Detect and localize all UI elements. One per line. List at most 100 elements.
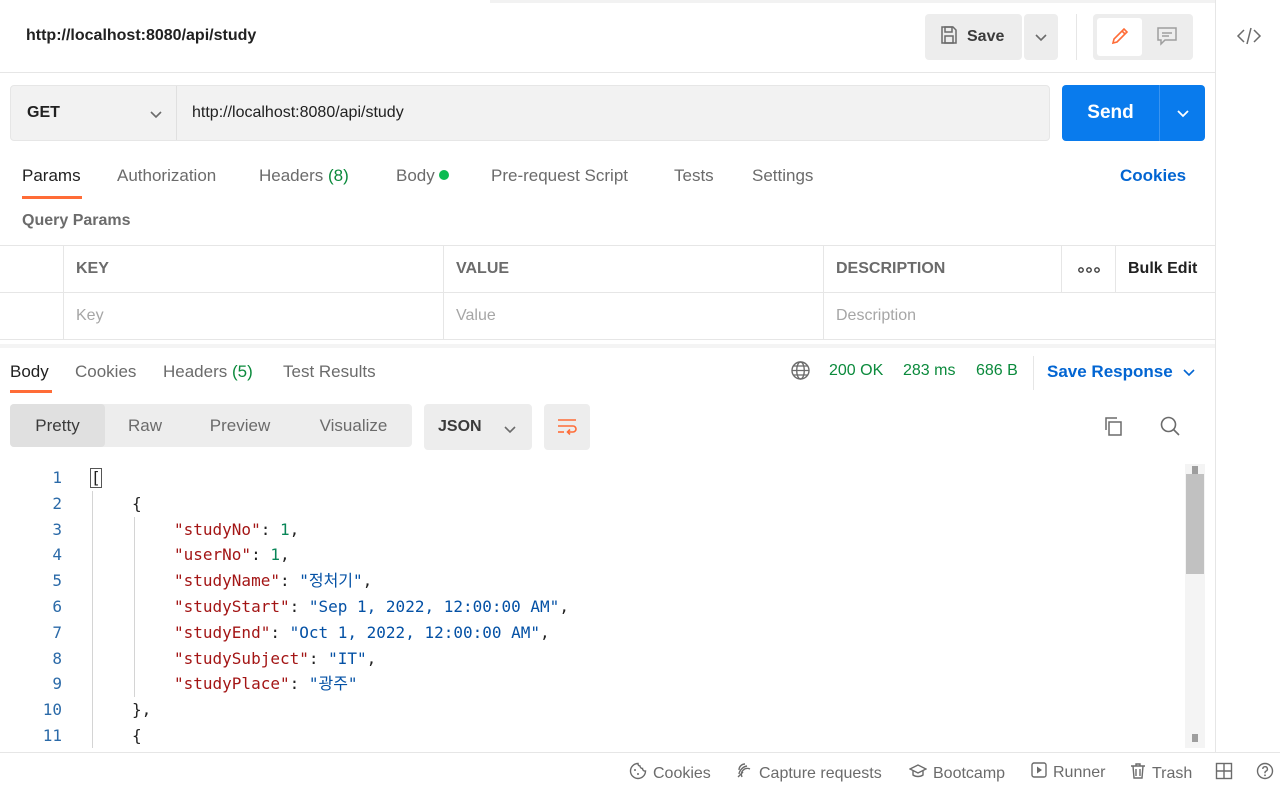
tab-tests-label: Tests	[674, 166, 714, 185]
response-tabs: Body Cookies Headers (5) Test Results 20…	[0, 356, 1216, 396]
send-button[interactable]: Send	[1062, 85, 1159, 141]
response-headers-count: (5)	[232, 362, 253, 381]
json-bracket: [	[90, 468, 102, 488]
globe-icon[interactable]	[790, 360, 811, 386]
save-label: Save	[967, 28, 1005, 45]
help-button[interactable]	[1256, 762, 1274, 785]
tab-headers[interactable]: Headers (8)	[259, 166, 349, 186]
json-separator: :	[308, 648, 329, 668]
chevron-down-icon	[1035, 29, 1047, 45]
send-options-button[interactable]	[1160, 85, 1205, 141]
response-tab-headers[interactable]: Headers (5)	[163, 362, 253, 382]
column-description: DESCRIPTION	[823, 246, 1061, 292]
json-key: "studyEnd"	[174, 622, 271, 642]
description-input[interactable]: Description	[823, 293, 1216, 339]
edit-mode-button[interactable]	[1097, 18, 1142, 56]
tab-tests[interactable]: Tests	[674, 166, 714, 186]
bulk-edit-button[interactable]: Bulk Edit	[1115, 246, 1216, 292]
code-line: 6 "studyStart": "Sep 1, 2022, 12:00:00 AM…	[0, 594, 1184, 620]
tab-pre-request-script[interactable]: Pre-request Script	[491, 166, 628, 186]
tab-body[interactable]: Body	[396, 166, 449, 186]
response-body-editor[interactable]: 1[2{3 "studyNo": 1, 4 "userNo": 1, 5 "studyNa…	[0, 464, 1184, 748]
code-text: "studyPlace": "광주"	[174, 671, 358, 697]
tab-params[interactable]: Params	[22, 166, 81, 186]
key-input[interactable]: Key	[63, 293, 443, 339]
footer-runner[interactable]: Runner	[1031, 762, 1105, 783]
active-tab-underline	[22, 196, 82, 199]
json-value: "Oct 1, 2022, 12:00:00 AM"	[289, 622, 541, 642]
footer-capture-requests[interactable]: Capture requests	[735, 762, 882, 785]
two-pane-view-button[interactable]	[1215, 762, 1233, 785]
search-button[interactable]	[1157, 414, 1183, 440]
footer-cookies[interactable]: Cookies	[629, 762, 711, 785]
json-punctuation: ,	[279, 545, 290, 565]
scroll-down-arrow[interactable]	[1192, 734, 1198, 742]
code-text: "studyName": "정처기",	[174, 568, 372, 594]
url-input[interactable]: http://localhost:8080/api/study	[192, 86, 404, 140]
capture-icon	[735, 762, 753, 785]
line-number: 9	[52, 674, 62, 694]
save-options-button[interactable]	[1024, 14, 1058, 60]
comment-mode-button[interactable]	[1144, 18, 1189, 56]
response-tab-cookies-label: Cookies	[75, 362, 137, 381]
toolbar-divider	[1076, 14, 1077, 60]
wrap-lines-button[interactable]	[544, 404, 590, 450]
response-time[interactable]: 283 ms	[903, 362, 955, 380]
more-options-button[interactable]	[1061, 246, 1115, 292]
search-icon	[1159, 415, 1181, 440]
response-tab-test-results[interactable]: Test Results	[283, 362, 376, 382]
value-input[interactable]: Value	[443, 293, 823, 339]
scroll-thumb[interactable]	[1186, 474, 1204, 574]
json-separator: :	[279, 571, 300, 591]
footer-bootcamp[interactable]: Bootcamp	[908, 762, 1006, 785]
code-text: "studySubject": "IT",	[174, 646, 376, 672]
cookies-link[interactable]: Cookies	[1120, 166, 1186, 186]
line-number: 7	[52, 622, 62, 642]
code-line: 5 "studyName": "정처기",	[0, 568, 1184, 594]
chevron-down-icon	[1183, 362, 1195, 381]
scroll-up-arrow[interactable]	[1192, 466, 1198, 474]
method-label: GET	[27, 104, 60, 121]
status-code[interactable]: 200 OK	[829, 362, 883, 380]
tab-params-label: Params	[22, 166, 81, 185]
copy-button[interactable]	[1100, 414, 1126, 440]
tab-authorization[interactable]: Authorization	[117, 166, 216, 186]
chevron-down-icon	[1176, 105, 1189, 121]
code-text: },	[132, 697, 151, 723]
request-title[interactable]: http://localhost:8080/api/study	[26, 27, 256, 45]
footer-trash[interactable]: Trash	[1130, 762, 1192, 785]
code-text: "studyNo": 1,	[174, 517, 299, 543]
save-response-button[interactable]: Save Response	[1047, 362, 1195, 382]
response-tab-headers-label: Headers	[163, 362, 228, 381]
more-horizontal-icon	[1077, 260, 1100, 278]
response-splitter[interactable]	[0, 344, 1216, 348]
tab-settings[interactable]: Settings	[752, 166, 813, 186]
code-line: 2{	[0, 491, 1184, 517]
view-preview[interactable]: Preview	[185, 404, 295, 447]
code-text: [	[90, 465, 102, 491]
json-key: "userNo"	[174, 545, 252, 565]
code-icon	[1236, 26, 1262, 49]
code-text: {	[132, 723, 142, 748]
response-tab-test-results-label: Test Results	[283, 362, 376, 381]
response-tab-cookies[interactable]: Cookies	[75, 362, 136, 382]
code-line: 11 {	[0, 723, 1184, 748]
params-header-row: KEY VALUE DESCRIPTION Bulk Edit	[0, 246, 1216, 293]
response-size[interactable]: 686 B	[976, 362, 1018, 380]
view-raw[interactable]: Raw	[105, 404, 185, 447]
method-select[interactable]: GET	[11, 86, 177, 140]
code-snippet-button[interactable]	[1234, 22, 1264, 52]
headers-count: (8)	[328, 166, 349, 185]
copy-icon	[1102, 415, 1124, 440]
editor-scrollbar[interactable]	[1185, 464, 1205, 748]
view-pretty[interactable]: Pretty	[10, 404, 105, 447]
json-bracket: {	[132, 726, 142, 745]
footer-bootcamp-label: Bootcamp	[933, 764, 1006, 782]
view-visualize[interactable]: Visualize	[295, 404, 412, 447]
format-select[interactable]: JSON	[424, 404, 532, 450]
response-tab-body[interactable]: Body	[10, 362, 49, 382]
right-sidebar	[1215, 0, 1280, 752]
tab-headers-label: Headers	[259, 166, 324, 185]
code-text: "studyEnd": "Oct 1, 2022, 12:00:00 AM",	[174, 620, 550, 646]
save-button[interactable]: Save	[925, 14, 1022, 60]
